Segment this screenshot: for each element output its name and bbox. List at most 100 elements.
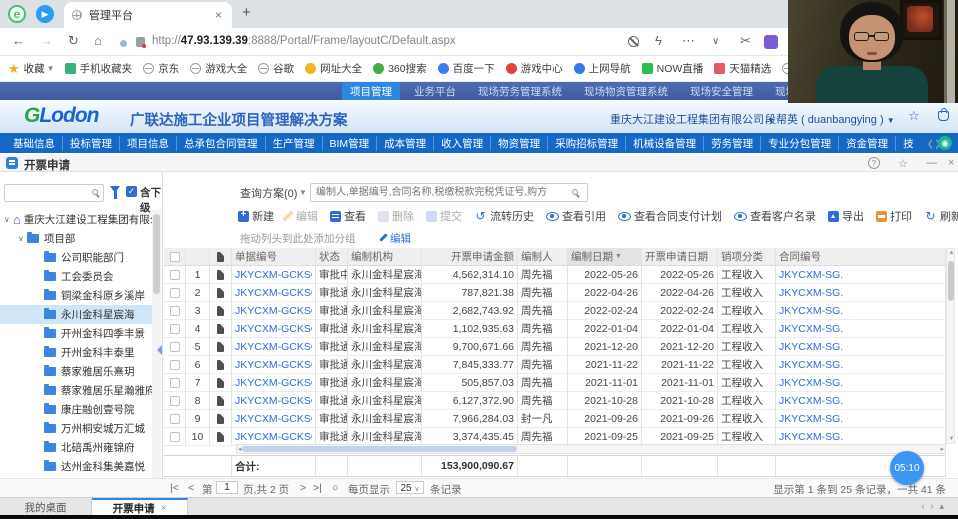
menu-item[interactable]: 项目信息 (120, 136, 177, 151)
taskbar-tab-desktop[interactable]: 我的桌面 (0, 498, 92, 516)
record-link[interactable]: JKYCXM-SG. (779, 287, 843, 299)
cell-contract[interactable]: JKYCXM-SG. (776, 374, 946, 392)
tree-item[interactable]: 蔡家雅居乐星瀚雅府 (0, 381, 152, 400)
column-header[interactable]: 编制机构 (348, 248, 422, 266)
help-icon[interactable]: ? (868, 157, 880, 169)
tree-item[interactable]: 万州桐安城万汇城 (0, 419, 152, 438)
cell-contract[interactable]: JKYCXM-SG. (776, 392, 946, 410)
cell-code[interactable]: JKYCXM-GCKSQ-2022... (232, 302, 316, 320)
column-header[interactable]: 状态 (316, 248, 348, 266)
menu-item[interactable]: 成本管理 (377, 136, 434, 151)
menu-item[interactable]: 总承包合同管理 (177, 136, 266, 151)
cell-code[interactable]: JKYCXM-GCKSQ-2021... (232, 410, 316, 428)
taskbar-tab-close-icon[interactable]: × (161, 503, 167, 514)
bookmark-item[interactable]: 天猫精选 (714, 61, 771, 76)
bookmark-item[interactable]: 谷歌 (258, 61, 294, 76)
menu-item[interactable]: BIM管理 (323, 136, 378, 151)
row-select-cell[interactable] (164, 374, 186, 392)
column-header[interactable]: 开票申请日期 (642, 248, 718, 266)
menu-item[interactable]: 基础信息 (6, 136, 63, 151)
table-vertical-scrollbar[interactable]: ▲ ▼ (946, 248, 955, 444)
row-attachment-cell[interactable] (210, 284, 232, 302)
record-link[interactable]: JKYCXM-GCKSQ-2021... (235, 413, 312, 425)
record-link[interactable]: JKYCXM-GCKSQ-2022... (235, 305, 312, 317)
bookmark-item[interactable]: 360搜索 (373, 61, 427, 76)
table-row[interactable]: 3JKYCXM-GCKSQ-2022...审批通过永川金科星宸海2,682,74… (164, 302, 946, 320)
tree-item[interactable]: 公司职能部门 (0, 248, 152, 267)
导出-button[interactable]: 导出 (828, 208, 864, 224)
cell-contract[interactable]: JKYCXM-SG. (776, 320, 946, 338)
column-header[interactable]: 合同编号 (776, 248, 946, 266)
url-bar[interactable]: http://47.93.139.39:8888/Portal/Frame/la… (152, 35, 456, 47)
row-checkbox[interactable] (170, 270, 180, 280)
row-select-cell[interactable] (164, 356, 186, 374)
favorites-caret-icon[interactable]: ▼ (47, 64, 55, 73)
row-select-cell[interactable] (164, 428, 186, 446)
record-link[interactable]: JKYCXM-SG. (779, 305, 843, 317)
browser-logo-icon[interactable]: e (8, 5, 26, 23)
prev-page-button[interactable]: < (188, 482, 194, 494)
favorites-label[interactable]: 收藏 (24, 61, 45, 76)
record-link[interactable]: JKYCXM-GCKSQ-2021... (235, 341, 312, 353)
new-tab-button[interactable]: + (242, 4, 251, 21)
打印-button[interactable]: 打印 (876, 208, 912, 224)
record-link[interactable]: JKYCXM-GCKSQ-2022... (235, 269, 312, 281)
row-attachment-cell[interactable] (210, 392, 232, 410)
row-checkbox[interactable] (170, 306, 180, 316)
查看引用-button[interactable]: 查看引用 (546, 208, 606, 224)
column-header[interactable]: 开票申请金额 (422, 248, 518, 266)
cell-code[interactable]: JKYCXM-GCKSQ-2022... (232, 284, 316, 302)
row-attachment-cell[interactable] (210, 302, 232, 320)
portal-tab-item[interactable]: 现场物资管理系统 (576, 82, 676, 101)
menu-item[interactable]: 劳务管理 (704, 136, 761, 151)
cell-contract[interactable]: JKYCXM-SG. (776, 410, 946, 428)
record-link[interactable]: JKYCXM-GCKSQ-2021... (235, 395, 312, 407)
table-row[interactable]: 1JKYCXM-GCKSQ-2022...审批中永川金科星宸海4,562,314… (164, 266, 946, 284)
menu-item[interactable]: 资金管理 (839, 136, 896, 151)
bookmark-item[interactable]: 网址大全 (305, 61, 362, 76)
menu-item[interactable]: 技 (896, 136, 921, 151)
流转历史-button[interactable]: ↺流转历史 (474, 208, 534, 224)
tree-item[interactable]: 达州金科集美嘉悦 (0, 457, 152, 476)
tree-item[interactable]: 北碚禹州雍锦府 (0, 438, 152, 457)
row-checkbox[interactable] (170, 432, 180, 442)
record-link[interactable]: JKYCXM-SG. (779, 269, 843, 281)
messenger-icon[interactable]: ▶ (36, 5, 54, 23)
chevron-down-icon[interactable]: ∨ (18, 234, 24, 243)
column-header[interactable]: 销项分类 (718, 248, 776, 266)
record-link[interactable]: JKYCXM-GCKSQ-2021... (235, 377, 312, 389)
per-page-select[interactable]: 25 ∨ (396, 481, 424, 494)
record-link[interactable]: JKYCXM-SG. (779, 377, 843, 389)
panel-close-icon[interactable]: × (948, 157, 954, 169)
include-sub-checkbox[interactable]: ✓ (126, 186, 137, 197)
table-row[interactable]: 6JKYCXM-GCKSQ-2021...审批通过永川金科星宸海7,845,33… (164, 356, 946, 374)
menu-collapse-icon[interactable]: ◉ (938, 136, 952, 150)
row-checkbox[interactable] (170, 378, 180, 388)
panel-star-icon[interactable]: ☆ (898, 157, 908, 170)
select-all-cell[interactable] (164, 248, 186, 266)
pager-refresh-icon[interactable]: ○ (332, 482, 338, 494)
tab-close-icon[interactable]: × (213, 8, 224, 22)
select-all-checkbox[interactable] (170, 252, 180, 262)
record-search-icon[interactable] (572, 189, 578, 195)
cell-contract[interactable]: JKYCXM-SG. (776, 266, 946, 284)
tree-item[interactable]: 铜梁金科原乡溪岸 (0, 286, 152, 305)
cell-code[interactable]: JKYCXM-GCKSQ-2021... (232, 356, 316, 374)
row-select-cell[interactable] (164, 302, 186, 320)
tree-item[interactable]: 康庄融创壹号院 (0, 400, 152, 419)
tree-item[interactable]: ∨项目部 (0, 229, 152, 248)
record-link[interactable]: JKYCXM-SG. (779, 431, 843, 443)
menu-item[interactable]: 机械设备管理 (626, 136, 704, 151)
tree-item[interactable]: 蔡家雅居乐熹玥 (0, 362, 152, 381)
row-checkbox[interactable] (170, 324, 180, 334)
company-selector[interactable]: 重庆大江建设工程集团有限公司 ▼ (610, 111, 775, 127)
first-page-button[interactable]: |< (170, 482, 179, 494)
record-link[interactable]: JKYCXM-GCKSQ-2021... (235, 431, 312, 443)
tree-filter-icon[interactable] (110, 186, 120, 193)
tree-item[interactable]: ∨⌂重庆大江建设工程集团有限公 (0, 210, 152, 229)
row-select-cell[interactable] (164, 320, 186, 338)
splitter-collapse-icon[interactable] (157, 345, 162, 355)
row-select-cell[interactable] (164, 338, 186, 356)
tree-item[interactable]: 永川金科星宸海 (0, 305, 152, 324)
cell-code[interactable]: JKYCXM-GCKSQ-2022... (232, 266, 316, 284)
